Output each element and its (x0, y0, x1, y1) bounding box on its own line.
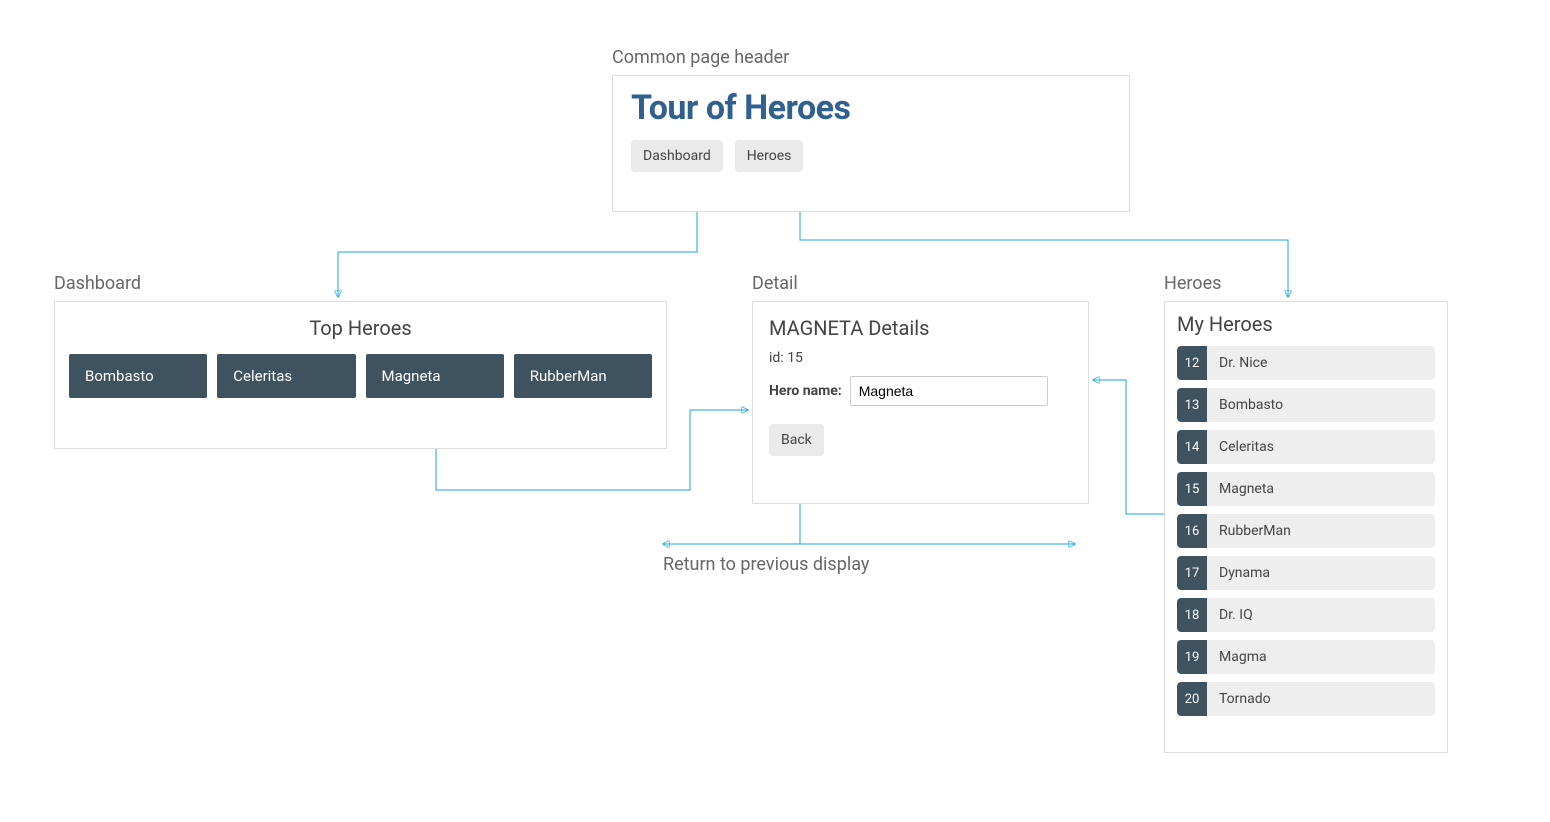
hero-id-badge: 20 (1177, 682, 1207, 716)
hero-list-item[interactable]: 12Dr. Nice (1177, 346, 1435, 380)
hero-list-item[interactable]: 18Dr. IQ (1177, 598, 1435, 632)
detail-id-line: id: 15 (769, 350, 1072, 366)
hero-id-badge: 16 (1177, 514, 1207, 548)
hero-id-badge: 18 (1177, 598, 1207, 632)
detail-panel: MAGNETA Details id: 15 Hero name: Back (752, 301, 1089, 504)
hero-name: Magneta (1207, 472, 1435, 506)
hero-id-badge: 14 (1177, 430, 1207, 464)
top-hero-tile[interactable]: RubberMan (514, 354, 652, 398)
detail-title: MAGNETA Details (769, 316, 1072, 340)
hero-name-label: Hero name: (769, 383, 842, 399)
back-button[interactable]: Back (769, 424, 824, 456)
hero-name: Magma (1207, 640, 1435, 674)
hero-list-item[interactable]: 14Celeritas (1177, 430, 1435, 464)
hero-name: Bombasto (1207, 388, 1435, 422)
label-dashboard: Dashboard (54, 273, 141, 294)
nav-dashboard-button[interactable]: Dashboard (631, 140, 723, 172)
hero-id-badge: 19 (1177, 640, 1207, 674)
hero-id-badge: 17 (1177, 556, 1207, 590)
label-common-header: Common page header (612, 47, 789, 68)
hero-list-item[interactable]: 13Bombasto (1177, 388, 1435, 422)
hero-name: Dr. IQ (1207, 598, 1435, 632)
hero-name-input[interactable] (850, 376, 1048, 406)
hero-list-item[interactable]: 16RubberMan (1177, 514, 1435, 548)
heroes-title: My Heroes (1177, 312, 1435, 336)
detail-id-value: 15 (787, 350, 803, 366)
top-hero-tile[interactable]: Magneta (366, 354, 504, 398)
hero-name: Celeritas (1207, 430, 1435, 464)
top-hero-tile[interactable]: Bombasto (69, 354, 207, 398)
hero-list-item[interactable]: 17Dynama (1177, 556, 1435, 590)
hero-id-badge: 15 (1177, 472, 1207, 506)
app-title: Tour of Heroes (631, 88, 1111, 128)
dashboard-title: Top Heroes (69, 316, 652, 340)
hero-list-item[interactable]: 15Magneta (1177, 472, 1435, 506)
top-heroes-row: BombastoCeleritasMagnetaRubberMan (69, 354, 652, 398)
header-panel: Tour of Heroes Dashboard Heroes (612, 75, 1130, 212)
hero-id-badge: 13 (1177, 388, 1207, 422)
label-heroes: Heroes (1164, 273, 1221, 294)
top-hero-tile[interactable]: Celeritas (217, 354, 355, 398)
hero-list-item[interactable]: 20Tornado (1177, 682, 1435, 716)
heroes-panel: My Heroes 12Dr. Nice13Bombasto14Celerita… (1164, 301, 1448, 753)
label-detail: Detail (752, 273, 798, 294)
dashboard-panel: Top Heroes BombastoCeleritasMagnetaRubbe… (54, 301, 667, 449)
hero-name: Tornado (1207, 682, 1435, 716)
hero-name: RubberMan (1207, 514, 1435, 548)
hero-id-badge: 12 (1177, 346, 1207, 380)
hero-list-item[interactable]: 19Magma (1177, 640, 1435, 674)
detail-id-label: id: (769, 350, 784, 366)
hero-name: Dr. Nice (1207, 346, 1435, 380)
nav-heroes-button[interactable]: Heroes (735, 140, 804, 172)
heroes-list: 12Dr. Nice13Bombasto14Celeritas15Magneta… (1177, 346, 1435, 716)
hero-name: Dynama (1207, 556, 1435, 590)
